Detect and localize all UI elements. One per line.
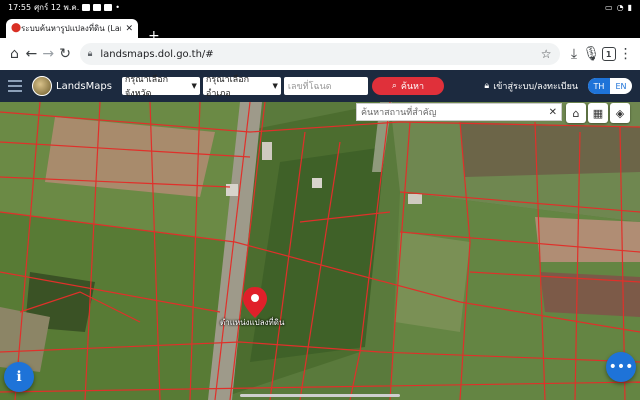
chevron-down-icon: ▼ (191, 82, 197, 90)
deed-number-placeholder: เลขที่โฉนด (287, 82, 332, 92)
lang-en-button[interactable]: EN (610, 78, 632, 94)
map-view[interactable] (0, 102, 640, 400)
lock-icon: 🔒︎ (484, 81, 490, 91)
pin-label: ตำแหน่งแปลงที่ดิน (220, 318, 285, 327)
url-text[interactable]: landsmaps.dol.go.th/# (100, 49, 540, 60)
place-search-placeholder: ค้นหาสถานที่สำคัญ (361, 108, 437, 118)
notification-icon (104, 3, 113, 11)
login-link[interactable]: 🔒︎ เข้าสู่ระบบ/ลงทะเบียน (484, 79, 578, 93)
tab-title: ระบบค้นหารูปแปลงที่ดิน (Lands (21, 24, 121, 33)
province-select[interactable]: กรุณาเลือกจังหวัด ▼ (121, 75, 200, 99)
satellite-map[interactable] (0, 102, 640, 400)
site-header: LandsMaps กรุณาเลือกจังหวัด ▼ กรุณาเลือก… (0, 70, 640, 102)
brand-name: LandsMaps (56, 80, 112, 92)
dol-logo (32, 76, 52, 96)
gesture-nav-handle (240, 394, 400, 397)
layers-icon[interactable]: ◈ (610, 103, 630, 123)
login-link-label: เข้าสู่ระบบ/ลงทะเบียน (493, 82, 578, 92)
status-bar: 17:55 ศุกร์ 12 พ.ค. • ▭ ◔ ▮ (0, 0, 640, 14)
deed-number-input[interactable]: เลขที่โฉนด (283, 77, 368, 95)
battery-icon: ▮ (627, 2, 632, 12)
search-button[interactable]: ⌕ ค้นหา (371, 77, 444, 95)
mic-icon[interactable]: 🎙︎ (582, 41, 600, 67)
tab-strip: ⬤ ระบบค้นหารูปแปลงที่ดิน (Lands ✕ + (0, 14, 640, 43)
overflow-menu-icon[interactable]: ⋮ (617, 41, 634, 67)
language-toggle: TH EN (588, 78, 632, 94)
browser-tab[interactable]: ⬤ ระบบค้นหารูปแปลงที่ดิน (Lands ✕ (6, 19, 138, 38)
home-map-icon[interactable]: ⌂ (566, 103, 586, 123)
search-icon: ⌕ (391, 81, 397, 91)
map-pin-favicon-icon: ⬤ (11, 23, 22, 33)
search-button-label: ค้นหา (400, 82, 425, 92)
more-fab-icon[interactable]: ••• (606, 352, 636, 382)
tab-count: 1 (601, 47, 616, 61)
place-search-input[interactable]: ค้นหาสถานที่สำคัญ ✕ (356, 103, 562, 121)
browser-toolbar: ⌂ ← → ↻ 🔒︎ landsmaps.dol.go.th/# ☆ ⤓ 🎙︎ … (0, 38, 640, 70)
lock-icon[interactable]: 🔒︎ (88, 49, 93, 59)
district-select-value: กรุณาเลือกอำเภอ (205, 75, 250, 99)
info-fab-icon[interactable]: ℹ︎ (4, 362, 34, 392)
chevron-down-icon: ▼ (272, 82, 278, 90)
star-icon[interactable]: ☆ (541, 47, 552, 61)
close-tab-icon[interactable]: ✕ (125, 24, 133, 34)
reload-icon[interactable]: ↻ (57, 41, 74, 67)
youtube-icon (93, 3, 102, 11)
back-icon[interactable]: ← (23, 41, 40, 67)
grid-layer-icon[interactable]: ▦ (588, 103, 608, 123)
home-icon[interactable]: ⌂ (6, 41, 23, 67)
forward-icon[interactable]: → (40, 41, 57, 67)
wifi-icon: ◔ (616, 2, 624, 12)
status-date: ศุกร์ 12 พ.ค. (34, 2, 80, 12)
more-dots-icon: • (115, 2, 120, 12)
download-icon[interactable]: ⤓ (566, 41, 583, 67)
tab-switcher-icon[interactable]: 1 (600, 41, 617, 67)
address-bar[interactable]: 🔒︎ landsmaps.dol.go.th/# ☆ (79, 43, 560, 65)
close-icon[interactable]: ✕ (549, 107, 557, 118)
hamburger-menu-icon[interactable] (8, 80, 22, 92)
status-time: 17:55 (8, 2, 32, 12)
lang-th-button[interactable]: TH (588, 78, 610, 94)
cast-icon: ▭ (605, 2, 613, 12)
mail-icon (82, 3, 91, 11)
district-select[interactable]: กรุณาเลือกอำเภอ ▼ (202, 75, 281, 99)
province-select-value: กรุณาเลือกจังหวัด (124, 75, 169, 99)
